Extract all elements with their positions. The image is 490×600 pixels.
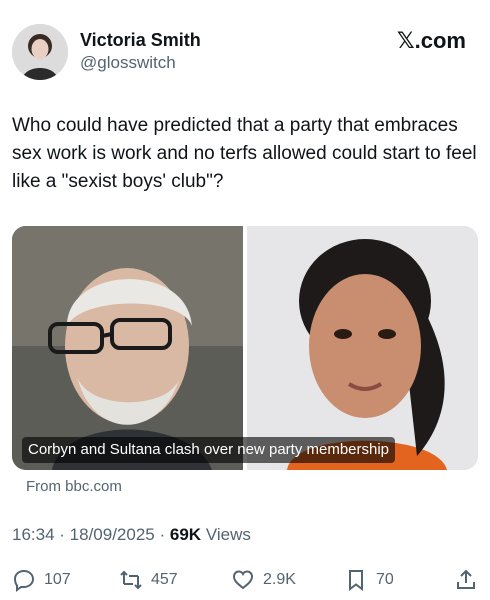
reply-count: 107	[44, 571, 71, 588]
meta-separator: ·	[59, 525, 70, 544]
repost-icon	[120, 570, 142, 590]
author-handle[interactable]: @glosswitch	[80, 53, 176, 73]
action-bar: 107 457 2.9K 70	[12, 567, 478, 593]
author-avatar[interactable]	[12, 24, 68, 80]
author-name[interactable]: Victoria Smith	[80, 30, 201, 51]
tweet-time[interactable]: 16:34	[12, 525, 55, 544]
share-icon	[457, 569, 475, 589]
tweet-text: Who could have predicted that a party th…	[12, 115, 477, 192]
link-card[interactable]: Corbyn and Sultana clash over new party …	[12, 226, 478, 470]
bookmark-button[interactable]: 70	[344, 567, 394, 593]
tweet-header: Victoria Smith @glosswitch 𝕏.com	[12, 22, 478, 82]
card-image-left	[12, 226, 243, 470]
repost-button[interactable]: 457	[119, 567, 178, 593]
repost-count: 457	[151, 571, 178, 588]
meta-separator: ·	[159, 525, 170, 544]
card-caption: Corbyn and Sultana clash over new party …	[22, 437, 396, 463]
bookmark-count: 70	[376, 571, 394, 588]
bookmark-icon	[349, 570, 363, 591]
reply-button[interactable]: 107	[12, 567, 71, 593]
views-count: 69K	[169, 525, 202, 544]
like-button[interactable]: 2.9K	[231, 567, 296, 593]
share-button[interactable]	[454, 567, 486, 593]
reply-icon	[13, 569, 35, 592]
views-label: Views	[205, 525, 251, 544]
heart-icon	[232, 570, 254, 590]
tweet-date[interactable]: 18/09/2025	[70, 525, 155, 544]
like-count: 2.9K	[263, 571, 296, 588]
x-brand-logo: 𝕏.com	[396, 28, 466, 53]
tweet-meta: 16:34 · 18/09/2025 · 69K Views	[12, 525, 251, 545]
card-image-right	[247, 226, 478, 470]
card-source[interactable]: From bbc.com	[26, 478, 122, 495]
